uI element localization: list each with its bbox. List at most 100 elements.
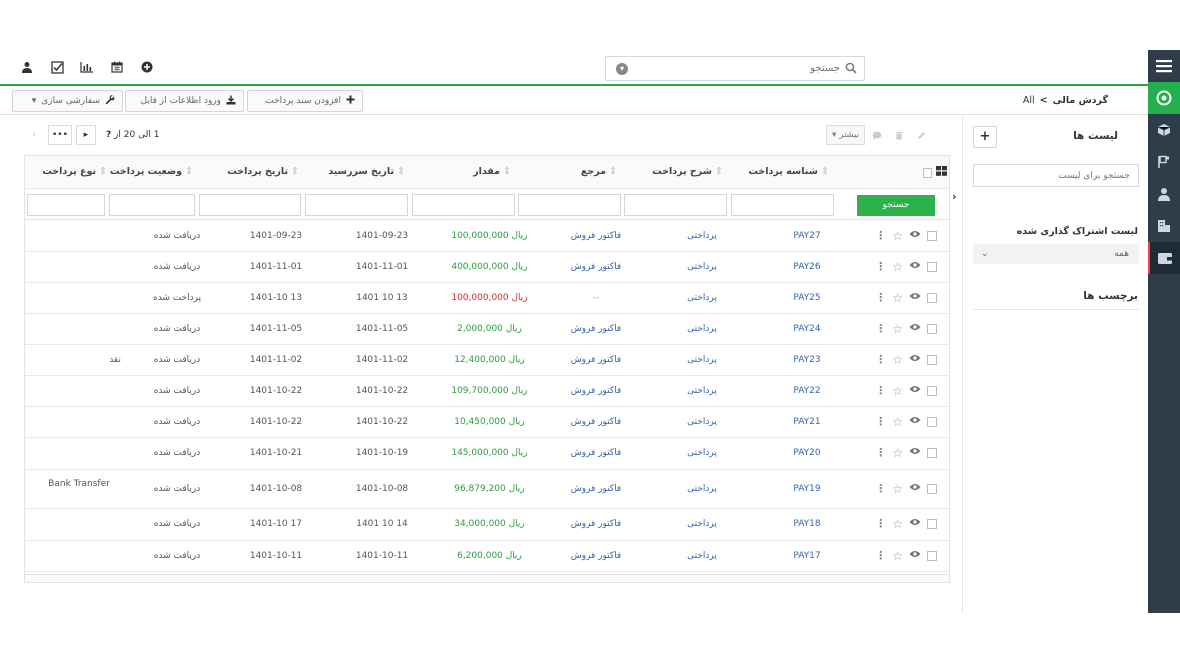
cell-payment-desc[interactable]: پرداختی <box>651 324 753 334</box>
hamburger-menu-icon[interactable] <box>1148 50 1180 82</box>
column-header-date[interactable]: ⇕تاریخ پرداخت <box>227 166 299 177</box>
comment-icon[interactable] <box>867 125 887 145</box>
row-checkbox[interactable] <box>927 385 937 396</box>
star-icon[interactable]: ☆ <box>892 354 903 366</box>
table-row[interactable]: ⋮ ☆ PAY26 پرداختی فاکتور فروش 400,000,000 ریا… <box>25 252 949 283</box>
eye-icon[interactable] <box>909 354 921 365</box>
bar-chart-icon[interactable] <box>80 60 94 74</box>
global-search[interactable]: ▾ <box>605 56 865 81</box>
edit-pencil-icon[interactable] <box>911 125 931 145</box>
global-search-input[interactable] <box>640 60 840 77</box>
cell-reference[interactable]: فاکتور فروش <box>545 519 647 529</box>
kebab-menu-icon[interactable]: ⋮ <box>875 385 886 396</box>
kebab-menu-icon[interactable]: ⋮ <box>875 292 886 303</box>
building-icon[interactable] <box>1148 210 1180 242</box>
table-row[interactable]: ⋮ ☆ PAY24 پرداختی فاکتور فروش 2,000,000 ریال 1… <box>25 314 949 345</box>
kebab-menu-icon[interactable]: ⋮ <box>875 416 886 427</box>
row-checkbox[interactable] <box>927 518 937 529</box>
cell-payment-id[interactable]: PAY27 <box>755 231 859 241</box>
row-checkbox[interactable] <box>927 483 937 494</box>
flag-icon[interactable] <box>1148 146 1180 178</box>
row-checkbox[interactable] <box>927 354 937 365</box>
kebab-menu-icon[interactable]: ⋮ <box>875 447 886 458</box>
cell-reference[interactable]: فاکتور فروش <box>545 448 647 458</box>
grid-view-icon[interactable] <box>936 166 947 179</box>
star-icon[interactable]: ☆ <box>892 447 903 459</box>
table-row[interactable]: ⋮ ☆ PAY22 پرداختی فاکتور فروش 109,700,000 ریا… <box>25 376 949 407</box>
filter-input-ref[interactable] <box>518 194 621 216</box>
cell-payment-desc[interactable]: پرداختی <box>651 231 753 241</box>
cell-reference[interactable]: فاکتور فروش <box>545 551 647 561</box>
table-row[interactable]: ⋮ ☆ PAY19 پرداختی فاکتور فروش 96,879,200 ریال… <box>25 470 949 509</box>
breadcrumb-module[interactable]: گردش مالی <box>1053 95 1108 106</box>
kebab-menu-icon[interactable]: ⋮ <box>875 354 886 365</box>
cell-reference[interactable]: فاکتور فروش <box>545 417 647 427</box>
list-search-input[interactable] <box>973 164 1139 187</box>
eye-icon[interactable] <box>909 483 921 494</box>
star-icon[interactable]: ☆ <box>892 230 903 242</box>
cell-payment-id[interactable]: PAY25 <box>755 293 859 303</box>
cell-payment-id[interactable]: PAY24 <box>755 324 859 334</box>
eye-icon[interactable] <box>909 416 921 427</box>
eye-icon[interactable] <box>909 230 921 241</box>
table-row[interactable]: ⋮ ☆ PAY25 پرداختی -- 100,000,000 ریال 1401 10 … <box>25 283 949 314</box>
cell-payment-desc[interactable]: پرداختی <box>651 551 753 561</box>
cell-reference[interactable]: فاکتور فروش <box>545 262 647 272</box>
filter-input-status[interactable] <box>109 194 195 216</box>
contact-icon[interactable] <box>1148 178 1180 210</box>
kebab-menu-icon[interactable]: ⋮ <box>875 550 886 561</box>
customize-button[interactable]: سفارشی سازی ▾ <box>12 90 123 112</box>
kebab-menu-icon[interactable]: ⋮ <box>875 323 886 334</box>
kebab-menu-icon[interactable]: ⋮ <box>875 230 886 241</box>
trash-icon[interactable] <box>889 125 909 145</box>
column-header-due[interactable]: ⇕تاریخ سررسید <box>328 166 405 177</box>
eye-icon[interactable] <box>909 550 921 561</box>
cell-reference[interactable]: فاکتور فروش <box>545 484 647 494</box>
star-icon[interactable]: ☆ <box>892 385 903 397</box>
kebab-menu-icon[interactable]: ⋮ <box>875 483 886 494</box>
column-header-id[interactable]: ⇕شناسه پرداخت <box>748 166 829 177</box>
cell-payment-desc[interactable]: پرداختی <box>651 262 753 272</box>
eye-icon[interactable] <box>909 447 921 458</box>
breadcrumb-current[interactable]: All <box>1023 95 1035 106</box>
cell-payment-desc[interactable]: پرداختی <box>651 519 753 529</box>
star-icon[interactable]: ☆ <box>892 292 903 304</box>
filter-input-amount[interactable] <box>412 194 515 216</box>
wallet-icon[interactable] <box>1148 242 1180 274</box>
filter-input-id[interactable] <box>731 194 834 216</box>
cell-payment-id[interactable]: PAY19 <box>755 484 859 494</box>
eye-icon[interactable] <box>909 292 921 303</box>
cell-payment-desc[interactable]: پرداختی <box>651 386 753 396</box>
cell-payment-desc[interactable]: پرداختی <box>651 448 753 458</box>
star-icon[interactable]: ☆ <box>892 518 903 530</box>
cell-payment-desc[interactable]: پرداختی <box>651 355 753 365</box>
cell-payment-id[interactable]: PAY17 <box>755 551 859 561</box>
row-checkbox[interactable] <box>927 550 937 561</box>
eye-icon[interactable] <box>909 323 921 334</box>
star-icon[interactable]: ☆ <box>892 550 903 562</box>
eye-icon[interactable] <box>909 518 921 529</box>
kebab-menu-icon[interactable]: ⋮ <box>875 261 886 272</box>
table-row[interactable]: ⋮ ☆ PAY20 پرداختی فاکتور فروش 145,000,000 ریا… <box>25 438 949 470</box>
cell-payment-desc[interactable]: پرداختی <box>651 484 753 494</box>
filter-input-desc[interactable] <box>624 194 727 216</box>
cell-payment-id[interactable]: PAY18 <box>755 519 859 529</box>
cell-reference[interactable]: فاکتور فروش <box>545 324 647 334</box>
cell-payment-id[interactable]: PAY22 <box>755 386 859 396</box>
kebab-menu-icon[interactable]: ⋮ <box>875 518 886 529</box>
filter-input-date[interactable] <box>199 194 301 216</box>
add-list-button[interactable]: + <box>973 126 997 148</box>
shared-lists-select[interactable]: همه ⌄ <box>973 244 1139 264</box>
column-header-amount[interactable]: ⇕مقدار <box>473 166 511 177</box>
star-icon[interactable]: ☆ <box>892 483 903 495</box>
add-payment-button[interactable]: افزودن سند پرداخت <box>247 90 363 112</box>
select-all-checkbox[interactable] <box>923 167 932 178</box>
star-icon[interactable]: ☆ <box>892 416 903 428</box>
row-checkbox[interactable] <box>927 416 937 427</box>
checkbox-icon[interactable] <box>50 60 64 74</box>
calendar-icon[interactable] <box>110 60 124 74</box>
column-header-status[interactable]: ⇕وضعیت پرداخت <box>110 166 193 177</box>
table-row[interactable]: ⋮ ☆ PAY18 پرداختی فاکتور فروش 34,000,000 ریال… <box>25 509 949 541</box>
target-icon[interactable] <box>1148 82 1180 114</box>
plus-circle-icon[interactable] <box>140 60 154 74</box>
